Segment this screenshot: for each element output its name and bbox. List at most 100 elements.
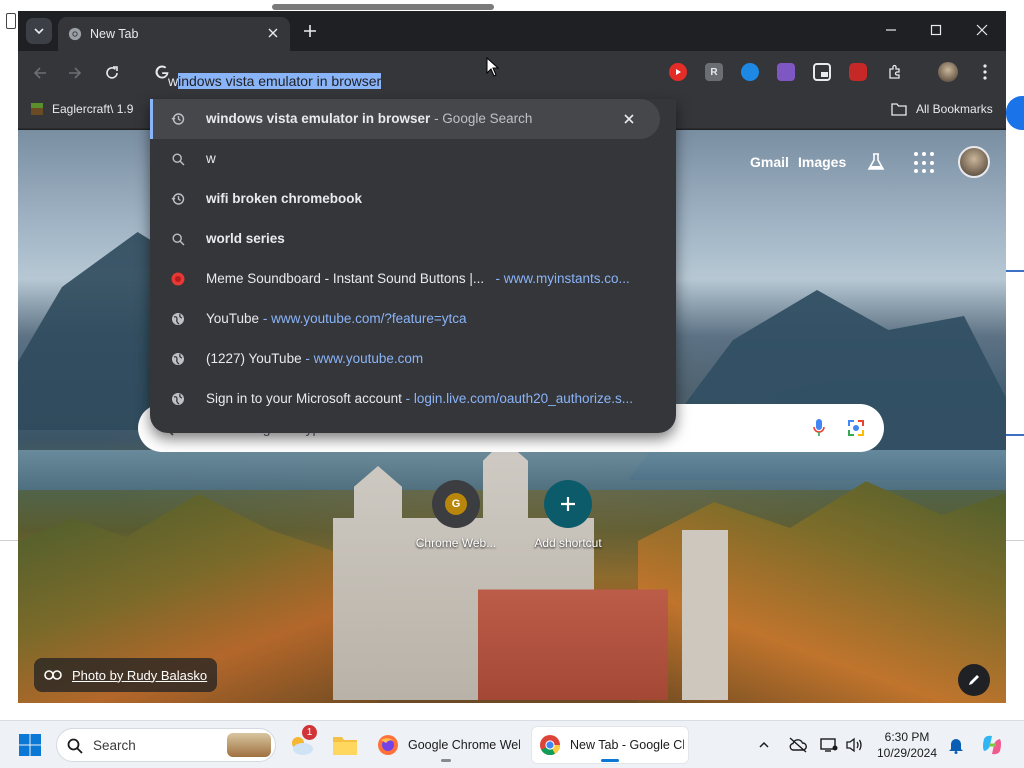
show-hidden-icons-button[interactable] — [758, 729, 770, 761]
window-drag-grip[interactable] — [272, 4, 494, 10]
taskbar-app-label: New Tab - Google Ch — [570, 738, 684, 752]
file-explorer-button[interactable] — [332, 729, 358, 761]
link-icon — [44, 670, 62, 680]
maximize-button[interactable] — [921, 17, 951, 43]
minimize-icon — [886, 29, 896, 31]
taskbar-search-box[interactable]: Search — [56, 728, 276, 762]
add-shortcut-button[interactable]: Add shortcut — [513, 480, 623, 550]
r-extension-label: R — [710, 66, 718, 78]
menu-button[interactable] — [976, 63, 994, 81]
suggestion-text: world series — [206, 231, 285, 246]
taskbar-app-new-tab[interactable]: New Tab - Google Ch — [532, 727, 688, 763]
chevron-up-icon — [759, 741, 769, 748]
myinstants-icon — [170, 271, 186, 287]
background-divider — [1006, 540, 1024, 541]
close-window-button[interactable] — [967, 17, 997, 43]
forward-button[interactable] — [63, 61, 87, 85]
profile-avatar[interactable] — [938, 62, 958, 82]
omnibox-input[interactable]: windows vista emulator in browser — [168, 73, 528, 93]
all-bookmarks-button[interactable]: All Bookmarks — [891, 102, 993, 116]
r-extension-icon[interactable]: R — [705, 63, 723, 81]
lens-search-icon[interactable] — [846, 418, 866, 438]
photo-credit-link[interactable]: Photo by Rudy Balasko — [34, 658, 218, 692]
google-account-avatar[interactable] — [958, 146, 990, 178]
chrome-web-store-icon: G — [445, 493, 467, 515]
app-active-indicator — [601, 759, 619, 762]
blue-extension-icon[interactable] — [741, 63, 759, 81]
google-apps-icon[interactable] — [914, 152, 936, 174]
taskbar-app-chrome-web-store[interactable]: Google Chrome Web — [370, 727, 522, 763]
customize-chrome-button[interactable] — [958, 664, 990, 696]
chrome-icon — [540, 735, 561, 756]
search-icon — [170, 231, 186, 247]
weather-widget[interactable]: 1 — [288, 725, 317, 761]
copilot-icon — [983, 735, 1001, 755]
kebab-menu-icon — [983, 64, 987, 80]
tab-close-button[interactable] — [264, 24, 282, 42]
search-highlight-castle-icon — [227, 733, 271, 757]
suggestion-url: - www.youtube.com — [305, 351, 424, 366]
globe-icon — [170, 351, 186, 367]
voice-search-icon[interactable] — [812, 418, 826, 438]
suggestion-row[interactable]: world series — [150, 219, 676, 259]
suggestion-row[interactable]: w — [150, 139, 676, 179]
suggestion-bold: wifi broken chromebook — [206, 191, 363, 206]
suggestion-title: Meme Soundboard - Instant Sound Buttons … — [206, 271, 485, 286]
photo-credit-text: Photo by Rudy Balasko — [72, 667, 208, 683]
minimize-button[interactable] — [876, 17, 906, 43]
shortcut-chrome-web-store[interactable]: G Chrome Web... — [401, 480, 511, 550]
notifications-button[interactable] — [948, 729, 964, 761]
extensions-puzzle-icon[interactable] — [886, 63, 904, 81]
taskbar-clock[interactable]: 6:30 PM 10/29/2024 — [872, 729, 942, 761]
suggestion-row[interactable]: (1227) YouTube - www.youtube.com — [150, 339, 676, 379]
network-icon[interactable] — [820, 729, 838, 761]
puzzle-icon — [889, 64, 900, 79]
pip-inner-icon — [821, 72, 828, 77]
tab-search-button[interactable] — [26, 18, 52, 44]
gmail-link[interactable]: Gmail — [750, 154, 789, 170]
youtube-extension-icon[interactable] — [669, 63, 687, 81]
suggestion-text: wifi broken chromebook — [206, 191, 362, 206]
remove-suggestion-button[interactable] — [620, 110, 638, 128]
reload-icon — [106, 66, 118, 79]
suggestion-text: (1227) YouTube - www.youtube.com — [206, 351, 423, 366]
suggestion-title: (1227) YouTube — [206, 351, 302, 366]
back-button[interactable] — [28, 61, 52, 85]
network-monitor-icon — [820, 738, 838, 752]
arrow-left-icon — [33, 67, 46, 79]
notification-badge: 1 — [302, 725, 317, 740]
maximize-icon — [930, 24, 942, 36]
chrome-window: New Tab R Eaglercraft\ 1.9 All Bookmarks… — [18, 11, 1006, 703]
images-link[interactable]: Images — [798, 154, 846, 170]
folder-icon — [333, 737, 357, 755]
labs-flask-icon[interactable] — [866, 152, 886, 172]
suggestion-row[interactable]: YouTube - www.youtube.com/?feature=ytca — [150, 299, 676, 339]
purple-extension-icon[interactable] — [777, 63, 795, 81]
mouse-cursor-icon — [486, 57, 500, 77]
folder-icon — [891, 103, 907, 116]
ublock-extension-icon[interactable] — [849, 63, 867, 81]
bookmark-label: Eaglercraft\ 1.9 — [52, 102, 134, 116]
bookmark-eaglercraft[interactable]: Eaglercraft\ 1.9 — [30, 102, 133, 116]
new-tab-button[interactable] — [298, 19, 322, 43]
background-app-frame — [1006, 270, 1024, 436]
picture-in-picture-icon[interactable] — [813, 63, 831, 81]
start-button[interactable] — [18, 729, 42, 761]
suggestion-row[interactable]: windows vista emulator in browser - Goog… — [150, 99, 660, 139]
cloud-sync-icon[interactable] — [788, 729, 808, 761]
shortcut-icon-circle — [544, 480, 592, 528]
reload-button[interactable] — [100, 61, 124, 85]
suggestion-row[interactable]: Meme Soundboard - Instant Sound Buttons … — [150, 259, 676, 299]
background-divider — [0, 540, 18, 541]
plus-icon — [561, 497, 575, 511]
copilot-button[interactable] — [980, 729, 1004, 761]
taskbar-search-label: Search — [93, 738, 136, 753]
suggestion-suffix: - Google Search — [430, 111, 533, 126]
volume-icon[interactable] — [846, 729, 864, 761]
tab-new-tab[interactable]: New Tab — [58, 17, 290, 51]
bell-icon — [949, 739, 963, 754]
suggestion-row[interactable]: Sign in to your Microsoft account - logi… — [150, 379, 676, 419]
suggestion-row[interactable]: wifi broken chromebook — [150, 179, 676, 219]
plus-icon — [304, 25, 316, 37]
shortcut-label: Chrome Web... — [415, 536, 497, 550]
